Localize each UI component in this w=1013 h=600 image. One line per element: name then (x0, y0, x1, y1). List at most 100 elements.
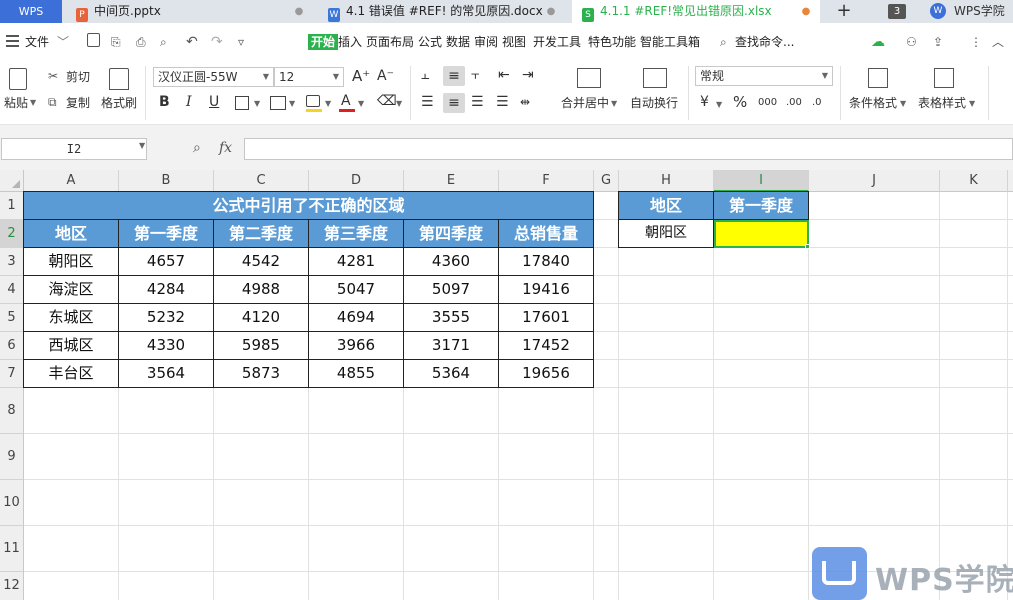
cell-style-chevron-icon[interactable]: ▼ (289, 97, 295, 111)
tab-xlsx-modified-icon[interactable]: ● (800, 0, 812, 23)
row-header-12[interactable]: 12 (0, 572, 24, 600)
table-style-chevron-icon[interactable]: ▼ (969, 97, 975, 111)
formula-input[interactable] (244, 138, 1013, 160)
table-cell[interactable]: 19416 (499, 276, 594, 304)
fill-handle[interactable] (805, 244, 810, 249)
table-cell[interactable]: 朝阳区 (24, 248, 119, 276)
row-header-2[interactable]: 2 (0, 220, 24, 248)
tab-docx-close-icon[interactable]: ● (545, 0, 557, 23)
font-color-chevron-icon[interactable]: ▼ (358, 97, 364, 111)
align-left-icon[interactable]: ☰ (421, 95, 434, 109)
menu-tab-features[interactable]: 特色功能 (588, 34, 636, 50)
table-cell[interactable]: 4657 (119, 248, 214, 276)
column-header-d[interactable]: D (309, 170, 404, 192)
font-color-icon[interactable]: A (341, 94, 351, 108)
number-format-select[interactable]: 常规 ▼ (695, 66, 833, 86)
share-icon[interactable]: ⇪ (933, 34, 943, 50)
table-cell[interactable]: 4542 (214, 248, 309, 276)
name-box-chevron-icon[interactable]: ▼ (139, 141, 145, 150)
table-title[interactable]: 公式中引用了不正确的区域 (24, 192, 594, 220)
column-header-e[interactable]: E (404, 170, 499, 192)
more-menu-icon[interactable]: ⋮ (970, 34, 982, 50)
row-header-6[interactable]: 6 (0, 332, 24, 360)
align-center-icon[interactable]: ≡ (443, 93, 465, 113)
increase-decimal-icon[interactable]: .00 (786, 96, 802, 110)
menu-file[interactable]: 文件 (25, 34, 49, 50)
save-icon[interactable] (87, 33, 100, 47)
decrease-indent-icon[interactable]: ⇤ (498, 68, 510, 82)
cond-chevron-icon[interactable]: ▼ (900, 97, 906, 111)
table-cell[interactable]: 4360 (404, 248, 499, 276)
column-header-f[interactable]: F (499, 170, 594, 192)
quick-access-more-icon[interactable]: ▿ (238, 34, 244, 50)
paste-button[interactable]: 粘贴 (4, 96, 28, 110)
menu-tab-review[interactable]: 审阅 (474, 34, 498, 50)
copy-button[interactable]: 复制 (66, 96, 90, 110)
active-cell-i2[interactable] (714, 220, 809, 248)
table-cell[interactable]: 海淀区 (24, 276, 119, 304)
increase-indent-icon[interactable]: ⇥ (522, 68, 534, 82)
conditional-format-icon[interactable] (868, 68, 888, 88)
print-preview-icon[interactable]: ⌕ (160, 34, 167, 50)
tab-docx[interactable]: W 4.1 错误值 #REF! 的常见原因.docx (328, 0, 568, 23)
thousands-icon[interactable]: 000 (758, 96, 777, 110)
tab-xlsx[interactable]: S 4.1.1 #REF!常见出错原因.xlsx (572, 0, 820, 23)
fill-chevron-icon[interactable]: ▼ (325, 97, 331, 111)
menu-tab-insert[interactable]: 插入 (338, 34, 362, 50)
row-header-3[interactable]: 3 (0, 248, 24, 276)
border-icon[interactable] (235, 96, 249, 110)
window-count-badge[interactable]: 3 (888, 4, 906, 19)
align-bottom-icon[interactable]: ⫟ (471, 68, 479, 82)
table-cell[interactable]: 5364 (404, 360, 499, 388)
row-header-1[interactable]: 1 (0, 192, 24, 220)
menu-file-chevron-icon[interactable]: ﹀ (57, 34, 69, 50)
print-icon[interactable]: ⎙ (136, 34, 146, 50)
row-header-4[interactable]: 4 (0, 276, 24, 304)
font-name-select[interactable]: 汉仪正圆-55W ▼ (153, 67, 274, 87)
merge-chevron-icon[interactable]: ▼ (611, 97, 617, 111)
column-header-l[interactable] (1008, 170, 1013, 192)
table-cell[interactable]: 3564 (119, 360, 214, 388)
column-header-b[interactable]: B (119, 170, 214, 192)
align-right-icon[interactable]: ☰ (471, 95, 484, 109)
table-cell[interactable]: 5873 (214, 360, 309, 388)
clear-chevron-icon[interactable]: ▼ (396, 97, 402, 111)
column-header-a[interactable]: A (24, 170, 119, 192)
table-cell[interactable]: 17452 (499, 332, 594, 360)
distribute-icon[interactable]: ⇹ (520, 95, 530, 109)
menu-tab-developer[interactable]: 开发工具 (533, 34, 581, 50)
table-cell[interactable]: 丰台区 (24, 360, 119, 388)
redo-icon[interactable]: ↷ (211, 34, 223, 50)
lookup-region-cell[interactable]: 朝阳区 (619, 220, 714, 248)
font-size-select[interactable]: 12 ▼ (274, 67, 344, 87)
undo-icon[interactable]: ↶ (186, 34, 198, 50)
table-cell[interactable]: 19656 (499, 360, 594, 388)
account-name[interactable]: WPS学院 (954, 0, 1005, 23)
wps-logo[interactable]: WPS (0, 0, 62, 23)
underline-icon[interactable]: U (209, 95, 219, 109)
search-command[interactable]: 查找命令... (735, 34, 794, 50)
table-cell[interactable]: 4694 (309, 304, 404, 332)
cut-button[interactable]: 剪切 (66, 70, 90, 84)
fx-icon[interactable]: fx (219, 140, 232, 156)
table-cell[interactable]: 3171 (404, 332, 499, 360)
column-header-i[interactable]: I (714, 170, 809, 192)
table-cell[interactable]: 3966 (309, 332, 404, 360)
header-q1[interactable]: 第一季度 (119, 220, 214, 248)
merge-center-button[interactable]: 合并居中 (561, 96, 609, 110)
row-header-5[interactable]: 5 (0, 304, 24, 332)
table-cell[interactable]: 东城区 (24, 304, 119, 332)
decrease-decimal-icon[interactable]: .0 (812, 96, 822, 110)
paste-icon[interactable] (9, 68, 27, 90)
fill-color-icon[interactable] (306, 95, 320, 107)
align-top-icon[interactable]: ⫠ (421, 68, 429, 82)
table-cell[interactable]: 4281 (309, 248, 404, 276)
menu-tab-formulas[interactable]: 公式 (418, 34, 442, 50)
table-cell[interactable]: 4330 (119, 332, 214, 360)
table-cell[interactable]: 5097 (404, 276, 499, 304)
cell-style-icon[interactable] (270, 96, 286, 110)
lookup-header-q1[interactable]: 第一季度 (714, 192, 809, 220)
account-avatar-icon[interactable]: W (930, 3, 946, 19)
column-header-h[interactable]: H (619, 170, 714, 192)
table-cell[interactable]: 4855 (309, 360, 404, 388)
